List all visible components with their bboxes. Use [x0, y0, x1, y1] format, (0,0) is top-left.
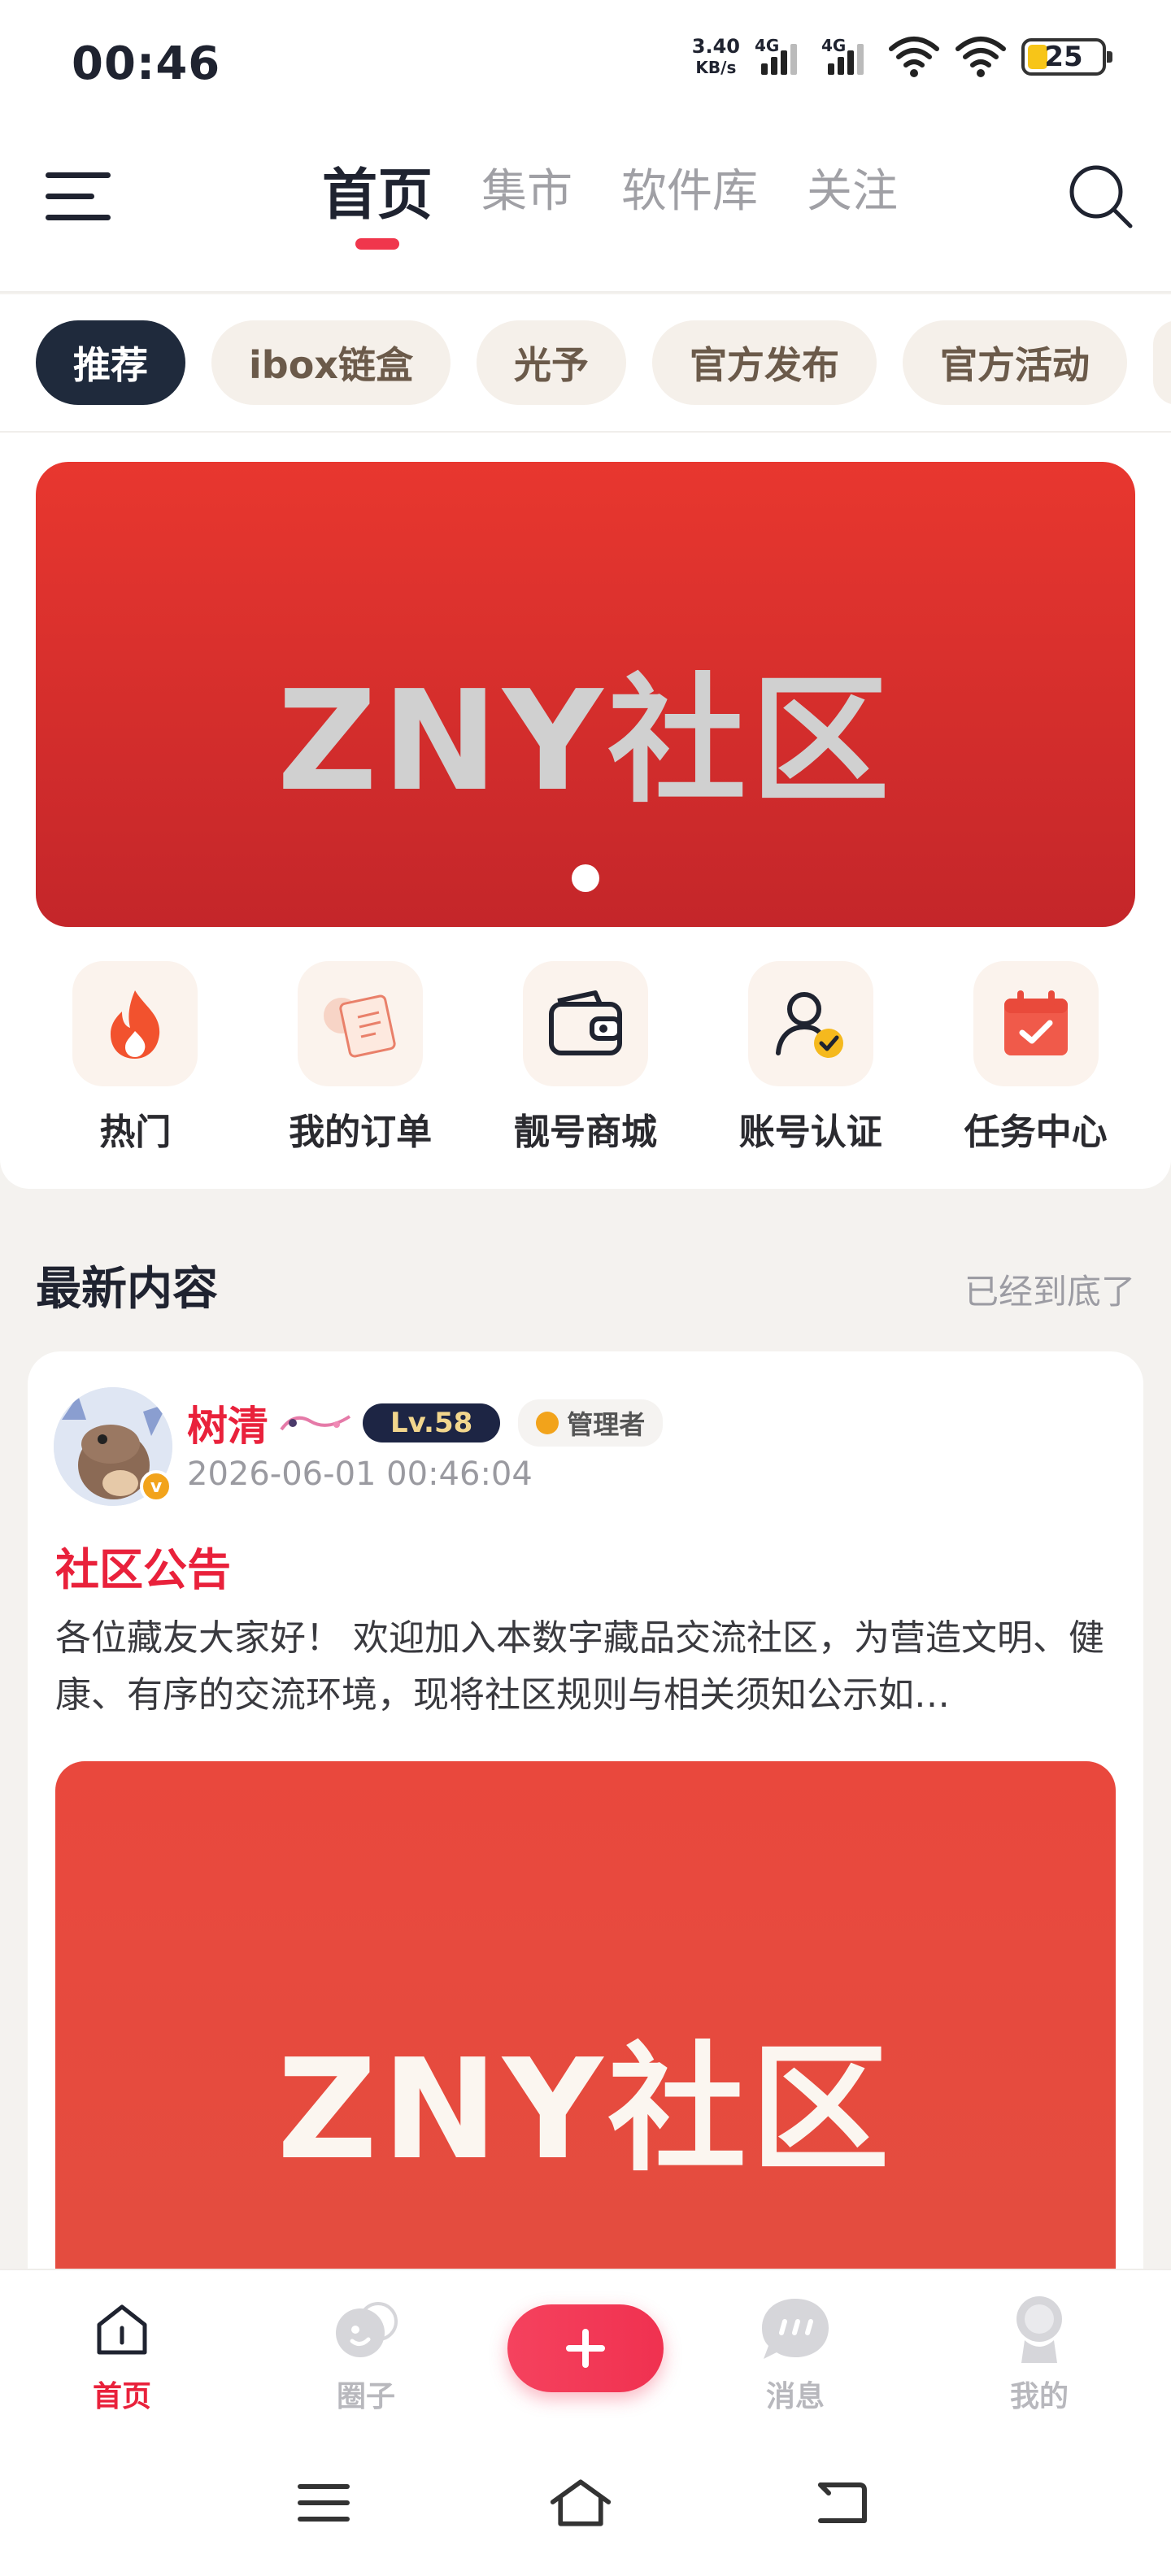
status-bar: 00:46 3.40 KB/s 4G 4G 25	[0, 0, 1171, 130]
quick-links: 热门 我的订单 靓号商城 账号认证 任务中心	[0, 961, 1171, 1155]
quick-link-task-center[interactable]: 任务中心	[938, 961, 1134, 1155]
tab-bar-messages[interactable]: 消息	[714, 2293, 877, 2415]
tab-market[interactable]: 集市	[481, 154, 572, 255]
recent-apps-icon[interactable]	[291, 2470, 356, 2535]
tab-bar-label: 圈子	[336, 2380, 395, 2413]
sim1-label: 4G	[755, 36, 780, 55]
battery-icon: 25	[1021, 38, 1112, 76]
chat-bubble-icon	[759, 2293, 832, 2366]
order-receipt-icon	[298, 961, 424, 1086]
chip-official-events[interactable]: 官方活动	[902, 320, 1127, 405]
home-top-card: ZNY社区 热门 我的订单 靓号商城 账号认证 任务中心	[0, 433, 1171, 1189]
hamburger-menu-icon[interactable]	[46, 164, 114, 229]
wallet-icon	[522, 961, 648, 1086]
signal-sim1-icon: 4G	[755, 36, 807, 75]
create-post-button[interactable]	[507, 2304, 664, 2392]
banner-title: ZNY社区	[276, 661, 895, 822]
quick-link-premium-numbers[interactable]: 靓号商城	[488, 961, 683, 1155]
user-verified-icon	[747, 961, 873, 1086]
battery-level: 25	[1044, 41, 1083, 73]
status-indicators: 3.40 KB/s 4G 4G 25	[692, 34, 1112, 80]
tab-bar-home[interactable]: 首页	[41, 2293, 203, 2415]
tab-bar-label: 我的	[1009, 2380, 1069, 2413]
tab-bar-circles[interactable]: 圈子	[285, 2293, 447, 2415]
bottom-tab-bar: 首页 圈子 消息 我的	[0, 2269, 1171, 2431]
search-icon[interactable]	[1065, 161, 1138, 234]
plus-icon	[566, 2329, 605, 2368]
tab-bar-label: 首页	[92, 2380, 151, 2413]
tab-bar-profile[interactable]: 我的	[958, 2293, 1121, 2415]
role-label: 管理者	[567, 1409, 646, 1440]
system-home-icon[interactable]	[548, 2470, 613, 2535]
network-speed-value: 3.40	[691, 35, 740, 58]
chip-guangyu[interactable]: 光予	[476, 320, 626, 405]
tab-bar-label: 消息	[765, 2380, 825, 2413]
flame-icon	[72, 961, 198, 1086]
network-speed: 3.40 KB/s	[692, 36, 740, 78]
post-image-title: ZNY社区	[276, 2030, 895, 2191]
quick-link-label: 热门	[99, 1112, 172, 1153]
level-badge: Lv.58	[363, 1403, 501, 1442]
banner-carousel[interactable]: ZNY社区	[36, 462, 1135, 927]
tab-software-library[interactable]: 软件库	[621, 154, 758, 255]
wifi-plus-icon	[889, 37, 939, 77]
signal-sim2-icon: 4G	[821, 36, 873, 75]
decoration-icon	[280, 1415, 351, 1431]
sim2-label: 4G	[821, 36, 847, 55]
post-title[interactable]: 社区公告	[55, 1534, 231, 1598]
network-speed-unit: KB/s	[695, 58, 737, 77]
carousel-indicator	[572, 864, 599, 892]
system-navigation-bar	[0, 2431, 1171, 2576]
verified-badge-icon: v	[140, 1470, 172, 1503]
quick-link-hot[interactable]: 热门	[37, 961, 233, 1155]
post-excerpt[interactable]: 各位藏友大家好！ 欢迎加入本数字藏品交流社区，为营造文明、健康、有序的交流环境，…	[55, 1610, 1121, 1724]
profile-icon	[1003, 2293, 1076, 2366]
author-row: 树清 Lv.58 管理者	[187, 1394, 664, 1452]
chip-official-release[interactable]: 官方发布	[651, 320, 877, 405]
status-time: 00:46	[72, 37, 221, 90]
admin-badge-icon	[536, 1412, 559, 1434]
chip-ibox[interactable]: ibox链盒	[211, 320, 451, 405]
tab-following[interactable]: 关注	[807, 154, 898, 255]
quick-link-label: 我的订单	[289, 1112, 433, 1153]
post-timestamp: 2026-06-01 00:46:04	[187, 1456, 533, 1493]
top-navigation: 首页 集市 软件库 关注	[0, 130, 1171, 293]
tab-home[interactable]: 首页	[322, 150, 433, 250]
quick-link-orders[interactable]: 我的订单	[263, 961, 458, 1155]
home-icon	[85, 2293, 159, 2366]
back-icon[interactable]	[808, 2470, 873, 2535]
wifi-icon	[956, 37, 1006, 77]
author-name[interactable]: 树清	[187, 1394, 268, 1452]
quick-link-label: 账号认证	[738, 1112, 882, 1153]
nav-tabs: 首页 集市 软件库 关注	[322, 154, 898, 255]
category-chips: 推荐 ibox链盒 光予 官方发布 官方活动	[0, 294, 1171, 433]
quick-link-account-verification[interactable]: 账号认证	[713, 961, 908, 1155]
post-card[interactable]: v 树清 Lv.58 管理者 2026-06-01 00:46:04 社区公告 …	[28, 1351, 1143, 2408]
chip-recommended[interactable]: 推荐	[36, 320, 185, 405]
quick-link-label: 靓号商城	[513, 1112, 657, 1153]
feed-end-indicator: 已经到底了	[964, 1272, 1135, 1312]
chip-overflow[interactable]	[1152, 320, 1171, 405]
calendar-check-icon	[973, 961, 1099, 1086]
quick-link-label: 任务中心	[964, 1112, 1108, 1153]
role-badge: 管理者	[518, 1399, 664, 1447]
section-title: 最新内容	[36, 1263, 218, 1316]
circle-group-icon	[329, 2293, 403, 2366]
